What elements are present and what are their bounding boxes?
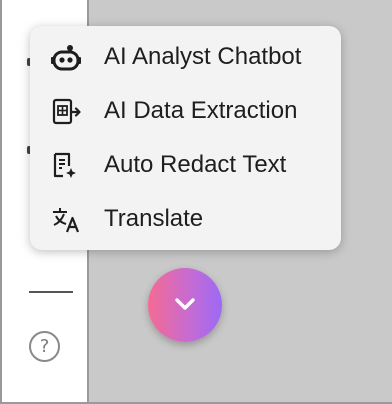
translate-icon: [50, 206, 82, 234]
redact-document-icon: [50, 152, 82, 180]
chevron-down-icon: [174, 296, 196, 315]
ai-tools-menu: AI Analyst Chatbot AI Data Extraction Au: [30, 26, 341, 250]
menu-item-auto-redact-text[interactable]: Auto Redact Text: [30, 138, 341, 192]
menu-item-label: AI Data Extraction: [104, 97, 298, 124]
robot-icon: [50, 44, 82, 72]
sidebar-divider: [29, 291, 73, 293]
help-icon[interactable]: ?: [29, 331, 60, 362]
ai-menu-toggle-button[interactable]: [148, 268, 222, 342]
data-extraction-icon: [50, 98, 82, 126]
menu-item-ai-data-extraction[interactable]: AI Data Extraction: [30, 84, 341, 138]
menu-item-label: Auto Redact Text: [104, 151, 287, 178]
menu-item-label: AI Analyst Chatbot: [104, 43, 302, 70]
menu-item-translate[interactable]: Translate: [30, 192, 341, 246]
sidebar-left-border: [0, 0, 2, 404]
menu-item-label: Translate: [104, 205, 204, 232]
menu-item-ai-analyst-chatbot[interactable]: AI Analyst Chatbot: [30, 30, 341, 84]
